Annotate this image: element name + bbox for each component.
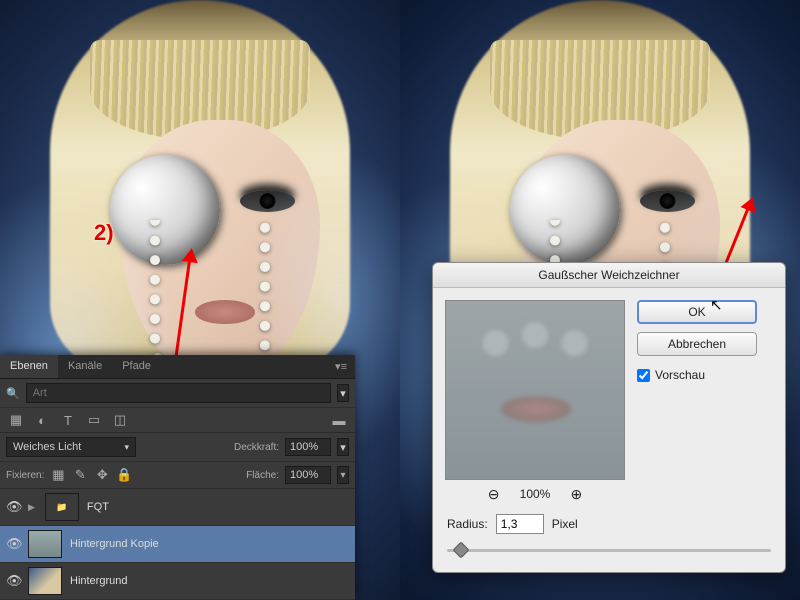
lock-transparency-icon[interactable]: ▦ xyxy=(50,467,66,483)
zoom-in-icon[interactable]: ⊕ xyxy=(568,486,584,502)
fill-label: Fläche: xyxy=(246,470,279,481)
layer-name: Hintergrund xyxy=(70,575,127,587)
preview-checkbox-label: Vorschau xyxy=(655,368,705,382)
preview-checkbox-row[interactable]: Vorschau xyxy=(637,368,757,382)
zoom-out-icon[interactable]: ⊖ xyxy=(486,486,502,502)
filter-preview[interactable] xyxy=(445,300,625,480)
layer-filter-input[interactable] xyxy=(26,383,331,403)
fill-slider-icon[interactable]: ▾ xyxy=(337,466,349,484)
filter-adjust-icon[interactable]: ◐ xyxy=(34,412,50,428)
ok-button[interactable]: OK xyxy=(637,300,757,324)
tab-channels[interactable]: Kanäle xyxy=(58,355,112,378)
lock-pixels-icon[interactable]: ✎ xyxy=(72,467,88,483)
zoom-value: 100% xyxy=(520,487,551,501)
filter-smart-icon[interactable]: ◫ xyxy=(112,412,128,428)
blend-mode-value: Weiches Licht xyxy=(13,441,81,453)
folder-icon: 📁 xyxy=(45,493,79,521)
fill-value[interactable]: 100% xyxy=(285,466,331,484)
layer-thumbnail xyxy=(28,567,62,595)
layers-panel: Ebenen Kanäle Pfade ▾≡ 🔍 ▾ ▦ ◐ T ▭ ◫ ▬ W… xyxy=(0,355,355,600)
lock-label: Fixieren: xyxy=(6,470,44,481)
dialog-title: Gaußscher Weichzeichner xyxy=(433,263,785,288)
layer-name: FQT xyxy=(87,501,109,513)
annotation-2: 2) xyxy=(94,220,114,246)
blend-mode-select[interactable]: Weiches Licht▾ xyxy=(6,437,136,457)
radius-label: Radius: xyxy=(447,517,488,531)
layer-name: Hintergrund Kopie xyxy=(70,538,159,550)
filter-toggle-icon[interactable]: ▬ xyxy=(331,412,347,428)
lock-all-icon[interactable]: 🔒 xyxy=(116,467,132,483)
lock-position-icon[interactable]: ✥ xyxy=(94,467,110,483)
filter-icon-bar: ▦ ◐ T ▭ ◫ ▬ xyxy=(0,408,355,433)
left-comparison-image: 2) 1) Ebenen Kanäle Pfade ▾≡ 🔍 ▾ ▦ ◐ T ▭… xyxy=(0,0,400,600)
preview-checkbox[interactable] xyxy=(637,369,650,382)
radius-slider[interactable] xyxy=(447,542,771,558)
filter-shape-icon[interactable]: ▭ xyxy=(86,412,102,428)
layer-group-row[interactable]: 👁 ▶ 📁 FQT xyxy=(0,489,355,526)
opacity-value[interactable]: 100% xyxy=(285,438,331,456)
filter-pixel-icon[interactable]: ▦ xyxy=(8,412,24,428)
visibility-toggle-icon[interactable]: 👁 xyxy=(6,499,20,515)
filter-dropdown-icon[interactable]: ▾ xyxy=(337,384,349,402)
layer-row-background[interactable]: 👁 Hintergrund xyxy=(0,563,355,600)
layer-row-selected[interactable]: 👁 Hintergrund Kopie xyxy=(0,526,355,563)
filter-type-icon[interactable]: T xyxy=(60,412,76,428)
tab-layers[interactable]: Ebenen xyxy=(0,355,58,378)
visibility-toggle-icon[interactable]: 👁 xyxy=(6,536,20,552)
radius-unit: Pixel xyxy=(552,517,578,531)
visibility-toggle-icon[interactable]: 👁 xyxy=(6,573,20,589)
panel-tabs: Ebenen Kanäle Pfade ▾≡ xyxy=(0,355,355,379)
opacity-label: Deckkraft: xyxy=(234,442,279,453)
gaussian-blur-dialog: Gaußscher Weichzeichner ⊖ 100% ⊕ OK Abbr… xyxy=(432,262,786,573)
radius-input[interactable] xyxy=(496,514,544,534)
panel-menu-icon[interactable]: ▾≡ xyxy=(327,355,355,378)
tab-paths[interactable]: Pfade xyxy=(112,355,161,378)
cancel-button[interactable]: Abbrechen xyxy=(637,332,757,356)
slider-handle[interactable] xyxy=(453,542,470,559)
group-expand-icon[interactable]: ▶ xyxy=(28,502,35,513)
layer-thumbnail xyxy=(28,530,62,558)
opacity-slider-icon[interactable]: ▾ xyxy=(337,438,349,456)
